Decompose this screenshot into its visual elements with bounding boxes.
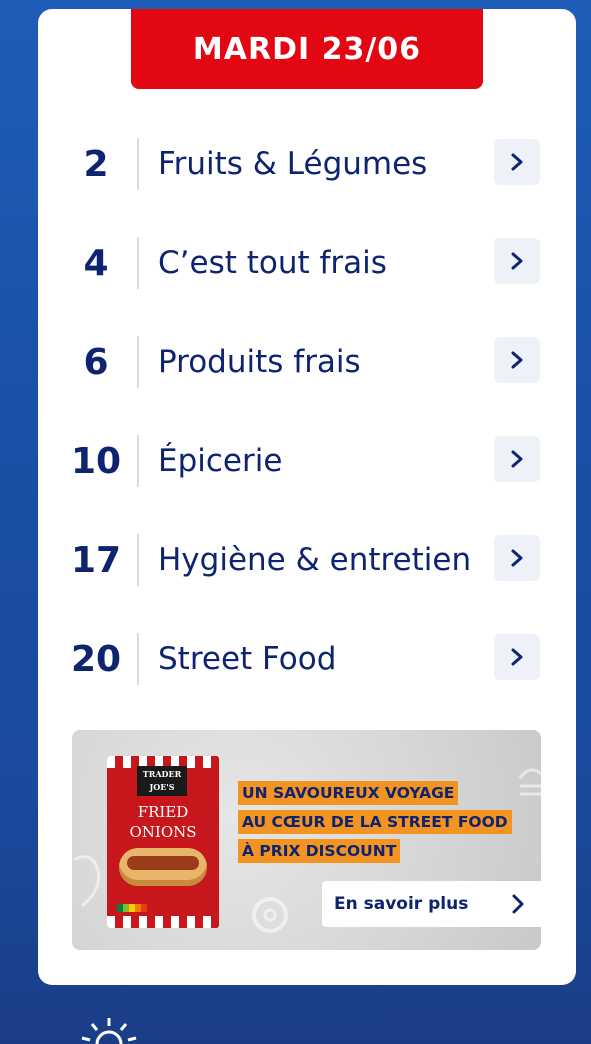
leaflet-card: MARDI 23/06 2 Fruits & Légumes 4 C’est t… [38, 9, 576, 985]
checker-pattern [107, 916, 219, 928]
pack-title-line: ONIONS [129, 823, 197, 841]
menu-item-hygiene-entretien[interactable]: 17 Hygiène & entretien [38, 532, 576, 588]
pack-title-line: FRIED [137, 803, 189, 821]
hotdog-illustration [119, 848, 207, 886]
pack-title: FRIED ONIONS [107, 802, 219, 842]
divider [137, 237, 139, 289]
fried-onions-pack-image: TRADER JOE'S FRIED ONIONS [107, 756, 219, 928]
chevron-right-icon[interactable] [494, 436, 540, 482]
tagline-line: À PRIX DISCOUNT [238, 839, 401, 863]
menu-item-label: Hygiène & entretien [158, 542, 472, 578]
divider [137, 138, 139, 190]
chevron-right-icon[interactable] [494, 535, 540, 581]
promo-tagline: UN SAVOUREUX VOYAGE AU CŒUR DE LA STREET… [238, 781, 512, 868]
food-doodle-icon [73, 855, 101, 908]
pack-brand-logo: TRADER JOE'S [137, 766, 187, 796]
menu-item-label: Produits frais [158, 344, 361, 380]
learn-more-button[interactable]: En savoir plus [322, 881, 541, 927]
menu-item-street-food[interactable]: 20 Street Food [38, 631, 576, 687]
chevron-right-icon[interactable] [494, 238, 540, 284]
page-number: 2 [83, 143, 109, 185]
divider [137, 633, 139, 685]
menu-item-label: C’est tout frais [158, 245, 387, 281]
menu-item-tout-frais[interactable]: 4 C’est tout frais [38, 235, 576, 291]
chevron-right-icon[interactable] [494, 634, 540, 680]
chevron-right-icon[interactable] [494, 139, 540, 185]
divider [137, 336, 139, 388]
page-number: 20 [70, 638, 122, 680]
menu-item-epicerie[interactable]: 10 Épicerie [38, 433, 576, 489]
menu-item-label: Street Food [158, 641, 337, 677]
menu-item-label: Épicerie [158, 443, 283, 479]
divider [137, 435, 139, 487]
burger-doodle-icon [518, 768, 541, 796]
tagline-line: UN SAVOUREUX VOYAGE [238, 781, 459, 805]
page-number: 6 [83, 341, 109, 383]
donut-doodle-icon [252, 897, 288, 933]
nutriscore-badge [117, 904, 147, 912]
page-number: 4 [83, 242, 109, 284]
pack-brand-line: TRADER [142, 769, 182, 779]
menu-item-produits-frais[interactable]: 6 Produits frais [38, 334, 576, 390]
street-food-promo-banner[interactable]: TRADER JOE'S FRIED ONIONS UN SAVOUREUX V… [72, 730, 541, 950]
sun-icon [81, 1018, 137, 1044]
chevron-right-icon [512, 894, 524, 914]
page-number: 17 [70, 539, 122, 581]
learn-more-label: En savoir plus [334, 894, 469, 914]
tagline-line: AU CŒUR DE LA STREET FOOD [238, 810, 512, 834]
date-banner: MARDI 23/06 [131, 9, 483, 89]
divider [137, 534, 139, 586]
menu-item-label: Fruits & Légumes [158, 146, 428, 182]
menu-item-fruits-legumes[interactable]: 2 Fruits & Légumes [38, 136, 576, 192]
chevron-right-icon[interactable] [494, 337, 540, 383]
page-number: 10 [70, 440, 122, 482]
pack-brand-line: JOE'S [149, 782, 175, 792]
